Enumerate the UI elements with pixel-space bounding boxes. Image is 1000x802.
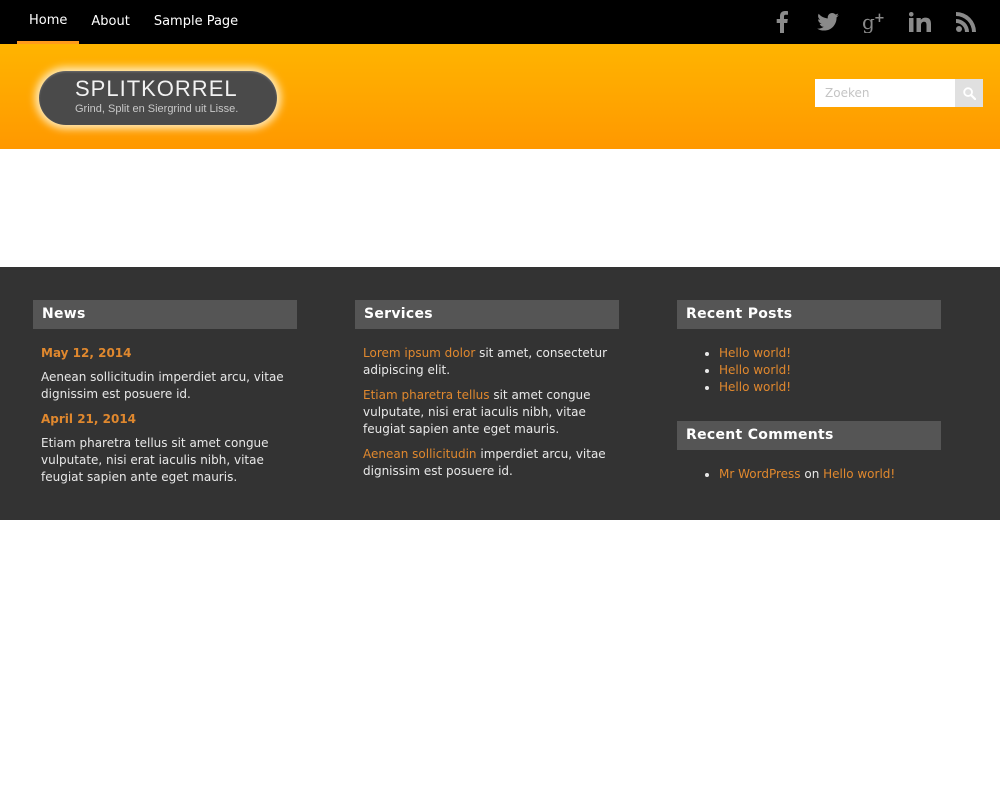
widget-title-services: Services (355, 300, 619, 329)
comment-post-link[interactable]: Hello world! (823, 467, 895, 481)
main-menu: Home About Sample Page (17, 0, 250, 44)
top-navigation-bar: Home About Sample Page g + (0, 0, 1000, 44)
service-link[interactable]: Aenean sollicitudin (363, 447, 477, 461)
site-title: SPLITKORREL (75, 76, 238, 101)
service-item: Lorem ipsum dolor sit amet, consectetur … (363, 345, 611, 379)
service-link[interactable]: Etiam pharetra tellus (363, 388, 490, 402)
widget-title-news: News (33, 300, 297, 329)
search-icon (962, 86, 976, 100)
services-widget: Services Lorem ipsum dolor sit amet, con… (355, 300, 619, 488)
comment-author-link[interactable]: Mr WordPress (719, 467, 801, 481)
list-item: Hello world! (719, 345, 933, 362)
footer-widgets: News May 12, 2014 Aenean sollicitudin im… (0, 267, 1000, 520)
news-date: May 12, 2014 (41, 346, 132, 360)
site-logo[interactable]: SPLITKORREL Grind, Split en Siergrind ui… (39, 71, 277, 125)
list-item: Hello world! (719, 362, 933, 379)
search-input[interactable] (815, 79, 955, 107)
recent-comments-widget: Mr WordPress on Hello world! (677, 450, 941, 483)
linkedin-icon[interactable] (908, 10, 932, 34)
news-date: April 21, 2014 (41, 412, 137, 426)
sidebar-widgets: Recent Posts Hello world! Hello world! H… (677, 300, 941, 483)
nav-item-sample-page[interactable]: Sample Page (142, 0, 250, 44)
service-link[interactable]: Lorem ipsum dolor (363, 346, 475, 360)
twitter-icon[interactable] (816, 10, 840, 34)
news-widget: News May 12, 2014 Aenean sollicitudin im… (33, 300, 297, 494)
list-item: Mr WordPress on Hello world! (719, 466, 933, 483)
list-item: Hello world! (719, 379, 933, 396)
social-links: g + (770, 0, 978, 44)
search-form (815, 79, 983, 107)
nav-item-home[interactable]: Home (17, 0, 80, 44)
nav-item-about[interactable]: About (79, 0, 141, 44)
recent-post-link[interactable]: Hello world! (719, 346, 791, 360)
rss-icon[interactable] (954, 10, 978, 34)
service-item: Aenean sollicitudin imperdiet arcu, vita… (363, 446, 611, 480)
svg-text:+: + (874, 11, 885, 26)
news-text: Etiam pharetra tellus sit amet congue vu… (41, 436, 269, 484)
widget-title-recent-posts: Recent Posts (677, 300, 941, 329)
facebook-icon[interactable] (770, 10, 794, 34)
recent-posts-widget: Hello world! Hello world! Hello world! (677, 329, 941, 396)
news-text: Aenean sollicitudin imperdiet arcu, vita… (41, 370, 284, 401)
recent-post-link[interactable]: Hello world! (719, 380, 791, 394)
site-header: SPLITKORREL Grind, Split en Siergrind ui… (0, 44, 1000, 149)
site-tagline: Grind, Split en Siergrind uit Lisse. (75, 103, 239, 115)
widget-title-recent-comments: Recent Comments (677, 421, 941, 450)
service-item: Etiam pharetra tellus sit amet congue vu… (363, 387, 611, 438)
recent-post-link[interactable]: Hello world! (719, 363, 791, 377)
comment-on-text: on (804, 467, 820, 481)
search-button[interactable] (955, 79, 983, 107)
google-plus-icon[interactable]: g + (862, 10, 886, 34)
